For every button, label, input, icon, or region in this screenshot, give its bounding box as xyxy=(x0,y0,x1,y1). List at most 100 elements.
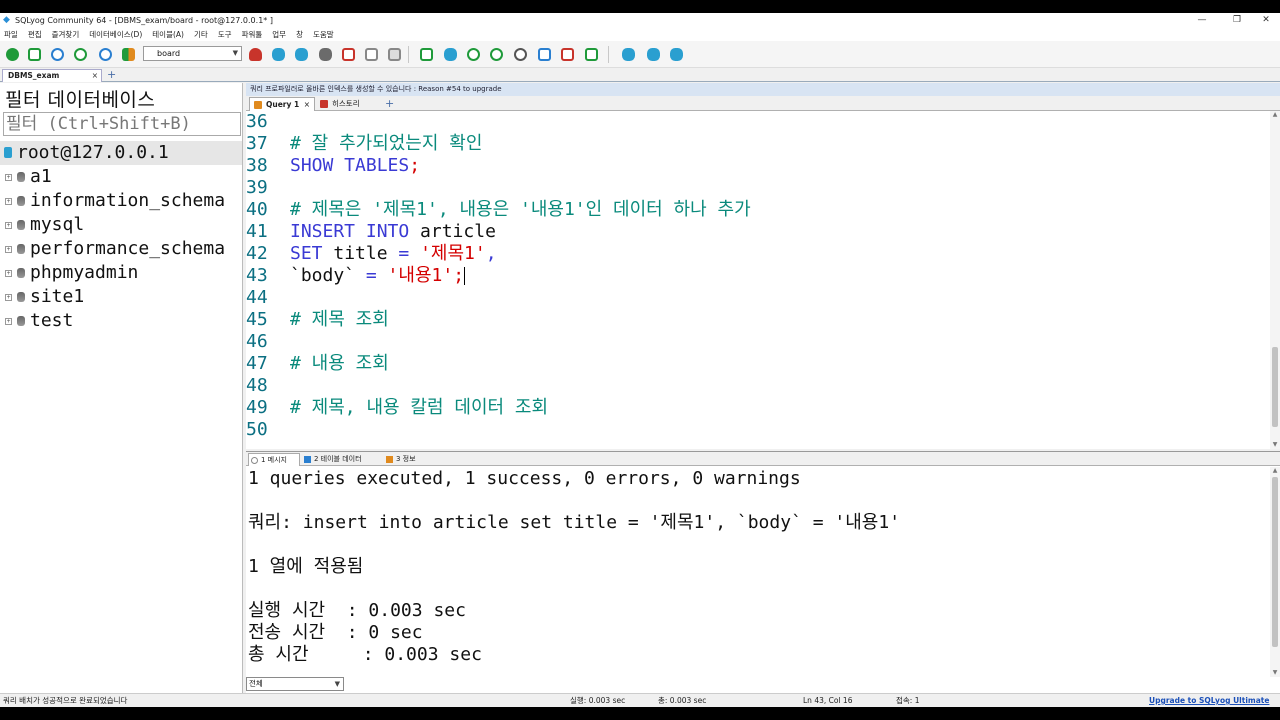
result-scrollbar[interactable]: ▲ ▼ xyxy=(1270,467,1280,677)
db-diff-icon[interactable] xyxy=(668,46,684,62)
scrollbar-thumb[interactable] xyxy=(1272,477,1278,647)
close-connection-icon[interactable]: × xyxy=(92,70,98,82)
stop-query-icon[interactable] xyxy=(97,46,113,62)
refresh-icon[interactable] xyxy=(488,46,504,62)
code-line[interactable]: 39 xyxy=(246,177,290,199)
table-data-icon[interactable] xyxy=(363,46,379,62)
scrollbar-thumb[interactable] xyxy=(1272,347,1278,427)
expand-icon[interactable]: + xyxy=(5,270,12,277)
export-icon[interactable] xyxy=(418,46,434,62)
db-sync-icon[interactable] xyxy=(620,46,636,62)
menu-tools[interactable]: 도구 xyxy=(218,28,232,41)
backup-icon[interactable] xyxy=(293,46,309,62)
restore-button[interactable]: ❐ xyxy=(1222,13,1252,28)
expand-icon[interactable]: + xyxy=(5,222,12,229)
menu-powertools[interactable]: 파워툴 xyxy=(242,28,263,41)
tab-query-1[interactable]: Query 1 × xyxy=(249,97,315,111)
query-tabs: Query 1 × 히스토리 + xyxy=(246,96,1280,111)
code-line[interactable]: 43 `body` = '내용1'; xyxy=(246,265,466,287)
notifications-icon[interactable] xyxy=(536,46,552,62)
table-copy-icon[interactable] xyxy=(386,46,402,62)
tab-messages[interactable]: 1 메시지 xyxy=(248,453,300,466)
scroll-up-icon[interactable]: ▲ xyxy=(1270,467,1280,475)
menu-help[interactable]: 도움말 xyxy=(313,28,334,41)
expand-icon[interactable]: + xyxy=(5,318,12,325)
line-number: 41 xyxy=(246,221,268,242)
sync-icon[interactable] xyxy=(465,46,481,62)
new-query-icon[interactable] xyxy=(26,46,42,62)
connection-tab-dbms-exam[interactable]: DBMS_exam × xyxy=(2,69,102,82)
result-filter-select[interactable]: 전체 ▼ xyxy=(246,677,344,691)
tree-item-test[interactable]: + test xyxy=(0,309,242,333)
code-line[interactable]: 45 # 제목 조회 xyxy=(246,309,389,331)
tree-item-a1[interactable]: + a1 xyxy=(0,165,242,189)
user-manager-icon[interactable] xyxy=(247,46,263,62)
visual-compare-icon[interactable] xyxy=(583,46,599,62)
menu-others[interactable]: 기타 xyxy=(194,28,208,41)
main-toolbar: board ▼ xyxy=(0,41,1280,68)
tab-table-data[interactable]: 2 테이블 데이터 xyxy=(302,453,382,466)
expand-icon[interactable]: + xyxy=(5,294,12,301)
scheduler-icon[interactable] xyxy=(512,46,528,62)
code-line[interactable]: 36 xyxy=(246,111,290,133)
scroll-down-icon[interactable]: ▼ xyxy=(1270,669,1280,677)
line-number: 36 xyxy=(246,111,268,132)
expand-icon[interactable]: + xyxy=(5,246,12,253)
database-icon[interactable] xyxy=(317,46,333,62)
import-icon[interactable] xyxy=(442,46,458,62)
upgrade-link[interactable]: Upgrade to SQLyog Ultimate xyxy=(1149,694,1269,707)
sql-code-editor[interactable]: 36 37 # 잘 추가되었는지 확인 38 SHOW TABLES; 39 40 # 제목은… xyxy=(246,111,1268,449)
minimize-button[interactable]: — xyxy=(1187,13,1217,28)
menu-favorites[interactable]: 즐겨찾기 xyxy=(52,28,80,41)
object-browser: 필터 데이터베이스 필터 (Ctrl+Shift+B) root@127.0.0… xyxy=(0,83,243,693)
create-database-icon[interactable] xyxy=(270,46,286,62)
editor-scrollbar[interactable]: ▲ ▼ xyxy=(1270,111,1280,449)
query-builder-icon[interactable] xyxy=(559,46,575,62)
code-line[interactable]: 46 xyxy=(246,331,290,353)
tree-item-phpmyadmin[interactable]: + phpmyadmin xyxy=(0,261,242,285)
tree-item-performance-schema[interactable]: + performance_schema xyxy=(0,237,242,261)
code-line[interactable]: 41 INSERT INTO article xyxy=(246,221,496,243)
tree-item-label: information_schema xyxy=(30,190,226,211)
code-line[interactable]: 42 SET title = '제목1', xyxy=(246,243,497,265)
tree-item-mysql[interactable]: + mysql xyxy=(0,213,242,237)
execute-query-icon[interactable] xyxy=(49,46,65,62)
tree-item-site1[interactable]: + site1 xyxy=(0,285,242,309)
close-window-button[interactable]: ✕ xyxy=(1251,13,1280,28)
code-line[interactable]: 44 xyxy=(246,287,290,309)
scroll-down-icon[interactable]: ▼ xyxy=(1270,441,1280,449)
schema-designer-icon[interactable] xyxy=(120,46,136,62)
menu-edit[interactable]: 편집 xyxy=(28,28,42,41)
code-line[interactable]: 49 # 제목, 내용 칼럼 데이터 조회 xyxy=(246,397,548,419)
code-line[interactable]: 40 # 제목은 '제목1', 내용은 '내용1'인 데이터 하나 추가 xyxy=(246,199,751,221)
menu-table[interactable]: 테이블(A) xyxy=(152,28,184,41)
new-connection-icon[interactable] xyxy=(4,46,20,62)
expand-icon[interactable]: + xyxy=(5,198,12,205)
scroll-up-icon[interactable]: ▲ xyxy=(1270,111,1280,119)
menu-transaction[interactable]: 업무 xyxy=(272,28,286,41)
db-copy-icon[interactable] xyxy=(645,46,661,62)
code-line[interactable]: 37 # 잘 추가되었는지 확인 xyxy=(246,133,482,155)
tab-info[interactable]: 3 정보 xyxy=(384,453,424,466)
add-query-tab-button[interactable]: + xyxy=(385,96,394,111)
code-line[interactable]: 47 # 내용 조회 xyxy=(246,353,389,375)
close-tab-icon[interactable]: × xyxy=(304,98,310,111)
tab-history[interactable]: 히스토리 xyxy=(316,97,376,111)
execute-all-icon[interactable] xyxy=(72,46,88,62)
menu-file[interactable]: 파일 xyxy=(4,28,18,41)
tree-root-connection[interactable]: root@127.0.0.1 xyxy=(0,141,242,165)
upgrade-notice[interactable]: 쿼리 프로파일러로 올바른 인덱스를 생성할 수 있습니다 : Reason #… xyxy=(246,83,1280,96)
table-icon[interactable] xyxy=(340,46,356,62)
code-line[interactable]: 48 xyxy=(246,375,290,397)
code-line[interactable]: 38 SHOW TABLES; xyxy=(246,155,420,177)
filter-input[interactable]: 필터 (Ctrl+Shift+B) xyxy=(3,112,241,136)
add-connection-tab-button[interactable]: + xyxy=(107,68,116,82)
tree-item-information-schema[interactable]: + information_schema xyxy=(0,189,242,213)
line-number: 47 xyxy=(246,353,268,374)
menu-window[interactable]: 창 xyxy=(296,28,303,41)
expand-icon[interactable]: + xyxy=(5,174,12,181)
line-number: 38 xyxy=(246,155,268,176)
code-line[interactable]: 50 xyxy=(246,419,290,441)
database-selector[interactable]: board ▼ xyxy=(143,46,242,61)
menu-database[interactable]: 데이터베이스(D) xyxy=(89,28,142,41)
